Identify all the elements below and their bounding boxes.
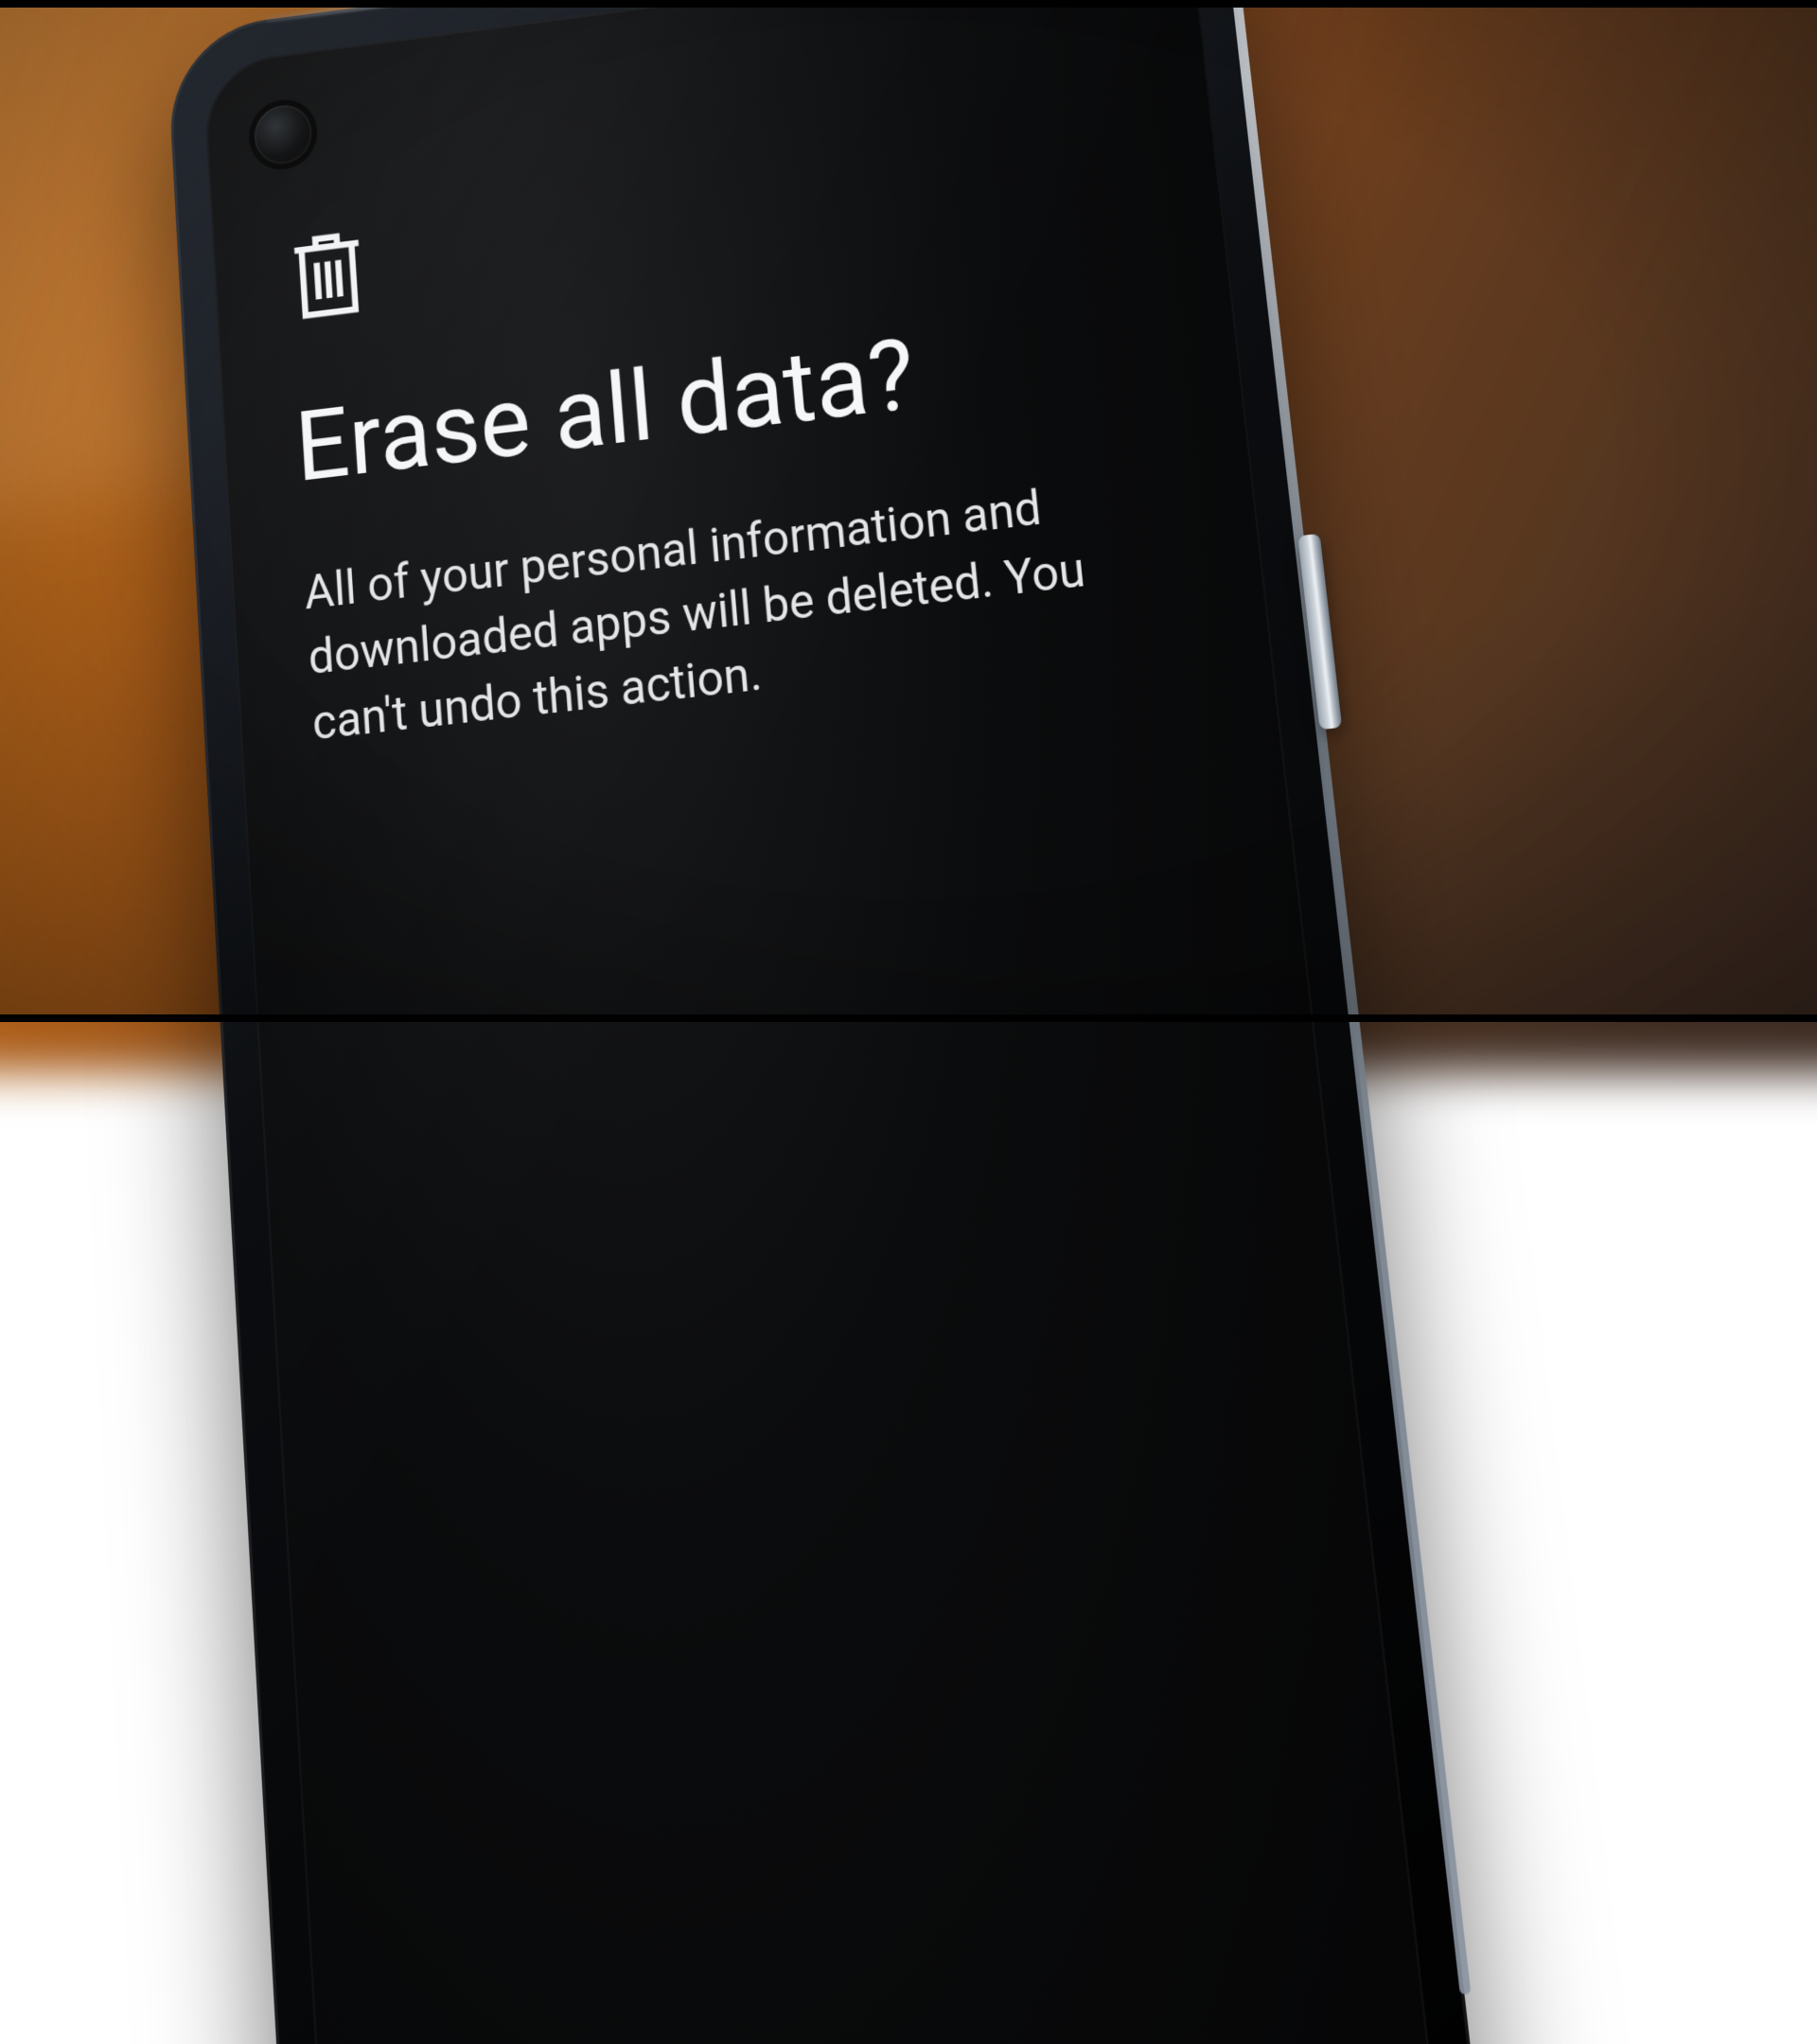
trash-icon [283, 127, 1145, 329]
perspective-stage: Erase all data? All of your personal inf… [0, 0, 1817, 1022]
letterbox-top [0, 0, 1817, 8]
front-camera [253, 102, 313, 167]
erase-data-dialog: Erase all data? All of your personal inf… [283, 127, 1192, 758]
letterbox-bottom [0, 1014, 1817, 1022]
dialog-body: All of your personal information and dow… [303, 462, 1174, 758]
dialog-title: Erase all data? [292, 291, 1164, 502]
phone-device: Erase all data? All of your personal inf… [166, 0, 1491, 2044]
